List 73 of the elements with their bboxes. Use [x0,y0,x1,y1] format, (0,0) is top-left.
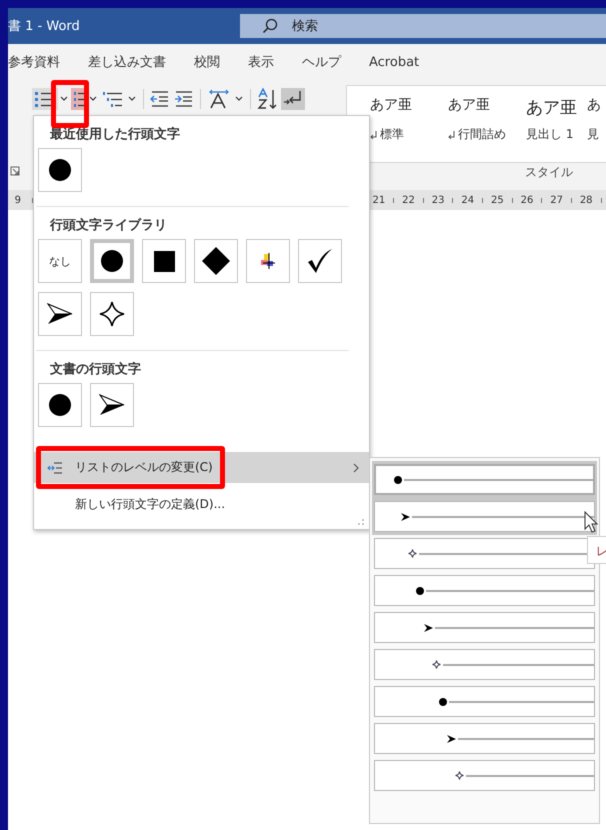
arrowhead-icon [99,394,125,416]
caret-icon[interactable] [60,96,68,102]
group-label: スタイル [525,164,573,181]
window-title: 書 1 - Word [8,18,81,35]
resize-grip-icon[interactable] [358,519,364,525]
annotation-frame [51,80,89,128]
menu-item[interactable]: リストのレベルの変更(C) [34,452,369,483]
star-icon [99,301,125,327]
style-sample[interactable]: あ [587,96,601,120]
bullet-option[interactable] [142,239,186,283]
bullet-option[interactable] [194,239,238,283]
dot-icon [101,250,123,272]
dot-icon [49,394,71,416]
search-icon [262,18,278,34]
paragraph-mark-icon [448,130,455,138]
bullet-option[interactable] [38,292,82,336]
paragraph-mark-icon [370,130,377,138]
square-icon [154,250,174,272]
bullet-option[interactable]: なし [38,239,82,283]
chevron-right-icon [353,463,359,473]
star-icon [454,771,464,780]
style-name[interactable]: 行間詰め [458,126,506,143]
ruler-number: 25 [490,194,505,206]
ribbon-tab[interactable]: 校閲 [180,53,234,71]
ruler-number: 28 [578,194,594,206]
check-icon [307,248,333,274]
caret-icon[interactable] [128,96,136,102]
ruler-number: 27 [549,194,564,206]
ribbon-tab[interactable]: 差し込み文書 [74,53,180,71]
ruler-number: 26 [520,194,534,206]
section-heading: 最近使用した行頭文字 [49,126,181,144]
ruler-number: 9 [14,194,22,206]
ribbon-tab[interactable]: 表示 [234,53,288,71]
ribbon-tab[interactable]: 参考資料 [8,53,74,71]
menu-item[interactable]: 新しい行頭文字の定義(D)... [34,490,369,518]
style-sample[interactable]: あア亜 [370,96,412,120]
dot-icon [49,159,71,181]
dot-icon [394,476,402,484]
star-icon [408,549,418,558]
arrowhead-icon [47,303,73,325]
style-name[interactable]: 見 [587,126,599,143]
ribbon-tab[interactable]: ヘルプ [288,53,355,71]
dot-icon [439,698,448,706]
ruler-number: 22 [401,194,416,206]
style-sample[interactable]: あア亜 [448,96,490,120]
search-field[interactable]: 検索 [240,14,606,38]
section-heading: 行頭文字ライブラリ [48,216,168,235]
style-name[interactable]: 見出し 1 [526,126,574,143]
style-name[interactable]: 標準 [380,126,404,143]
picture-bullet-icon [260,253,276,269]
star-icon [432,660,440,669]
ruler-number: 24 [460,194,476,206]
caret-icon[interactable] [89,96,97,102]
caret-icon[interactable] [235,96,243,102]
bullet-option[interactable] [90,239,134,283]
bullet-option[interactable] [90,383,134,427]
arrowhead-icon [400,512,410,520]
arrowhead-icon [446,734,456,742]
style-sample[interactable]: あア亜 [526,96,577,120]
ruler-number: 21 [372,194,386,206]
ruler-number: 23 [430,194,446,206]
dot-icon [416,586,424,594]
ribbon-tab[interactable]: Acrobat [355,54,434,70]
dialog-launcher-icon[interactable] [10,166,20,176]
bullet-option[interactable] [90,292,134,336]
section-heading: 文書の行頭文字 [49,360,142,379]
bullet-option[interactable] [38,148,82,192]
bullet-option[interactable] [38,383,82,427]
list-level-icon [47,462,63,474]
arrowhead-icon [424,624,433,632]
bullet-option[interactable] [298,239,342,283]
paragraph-mark-icon[interactable] [281,88,305,110]
diamond-icon [202,247,230,275]
